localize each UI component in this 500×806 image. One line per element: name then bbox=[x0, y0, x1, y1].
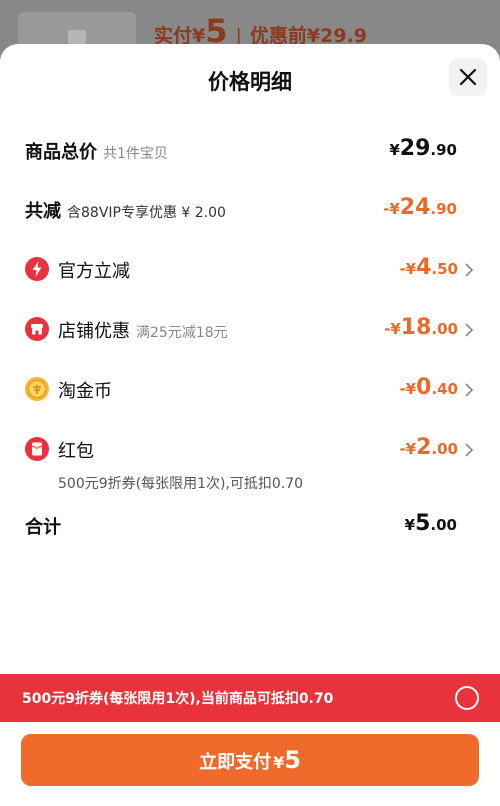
total-price-amount: ¥29.90 bbox=[389, 136, 457, 161]
chevron-right-icon bbox=[465, 263, 474, 277]
coin-icon bbox=[25, 377, 49, 401]
coupon-banner-text: 500元9折券(每张限用1次),当前商品可抵扣0.70 bbox=[22, 691, 334, 707]
sum-amount: ¥5.00 bbox=[404, 511, 457, 536]
red-packet-row[interactable]: 红包 -¥2.00 500元9折券(每张限用1次),可抵扣0.70 bbox=[0, 435, 500, 495]
lightning-icon bbox=[25, 257, 49, 281]
sheet-title: 价格明细 bbox=[208, 70, 292, 94]
shop-discount-row[interactable]: 店铺优惠 满25元减18元 -¥18.00 bbox=[0, 315, 500, 345]
total-price-row: 商品总价 共1件宝贝 ¥29.90 bbox=[0, 136, 500, 166]
pay-amount: 5 bbox=[284, 746, 301, 774]
total-price-label: 商品总价 bbox=[25, 142, 97, 163]
red-packet-label: 红包 bbox=[58, 441, 94, 462]
red-packet-icon bbox=[25, 437, 49, 461]
pay-currency: ¥ bbox=[273, 753, 285, 772]
close-icon bbox=[459, 68, 477, 86]
shop-discount-amount: -¥18.00 bbox=[384, 315, 458, 340]
coin-discount-amount: -¥0.40 bbox=[399, 375, 458, 400]
pay-now-button[interactable]: 立即支付 ¥5 bbox=[21, 734, 479, 786]
shop-discount-label: 店铺优惠 bbox=[58, 321, 130, 342]
coupon-radio[interactable] bbox=[455, 686, 479, 710]
official-discount-row[interactable]: 官方立减 -¥4.50 bbox=[0, 255, 500, 285]
official-discount-amount: -¥4.50 bbox=[399, 255, 458, 280]
coupon-banner[interactable]: 500元9折券(每张限用1次),当前商品可抵扣0.70 bbox=[0, 674, 500, 722]
total-item-count: 共1件宝贝 bbox=[103, 146, 168, 162]
vip-discount-note: 含88VIP专享优惠 ¥ 2.00 bbox=[67, 205, 226, 221]
total-discount-row: 共减 含88VIP专享优惠 ¥ 2.00 -¥24.90 bbox=[0, 195, 500, 225]
sum-row: 合计 ¥5.00 bbox=[0, 511, 500, 541]
total-discount-label: 共减 bbox=[25, 201, 61, 222]
shop-icon bbox=[25, 317, 49, 341]
red-packet-note: 500元9折券(每张限用1次),可抵扣0.70 bbox=[58, 476, 304, 492]
red-packet-amount: -¥2.00 bbox=[399, 435, 458, 460]
sum-label: 合计 bbox=[25, 517, 61, 538]
coin-discount-label: 淘金币 bbox=[58, 381, 112, 402]
price-detail-sheet: 价格明细 商品总价 共1件宝贝 ¥29.90 共减 含88VIP专享优惠 ¥ 2.0… bbox=[0, 44, 500, 806]
total-discount-amount: -¥24.90 bbox=[383, 195, 457, 220]
close-button[interactable] bbox=[449, 58, 487, 96]
chevron-right-icon bbox=[465, 443, 474, 457]
official-discount-label: 官方立减 bbox=[58, 261, 130, 282]
chevron-right-icon bbox=[465, 383, 474, 397]
pay-now-label: 立即支付 bbox=[199, 752, 272, 773]
chevron-right-icon bbox=[465, 323, 474, 337]
shop-discount-rule: 满25元减18元 bbox=[136, 325, 228, 341]
coin-discount-row[interactable]: 淘金币 -¥0.40 bbox=[0, 375, 500, 405]
